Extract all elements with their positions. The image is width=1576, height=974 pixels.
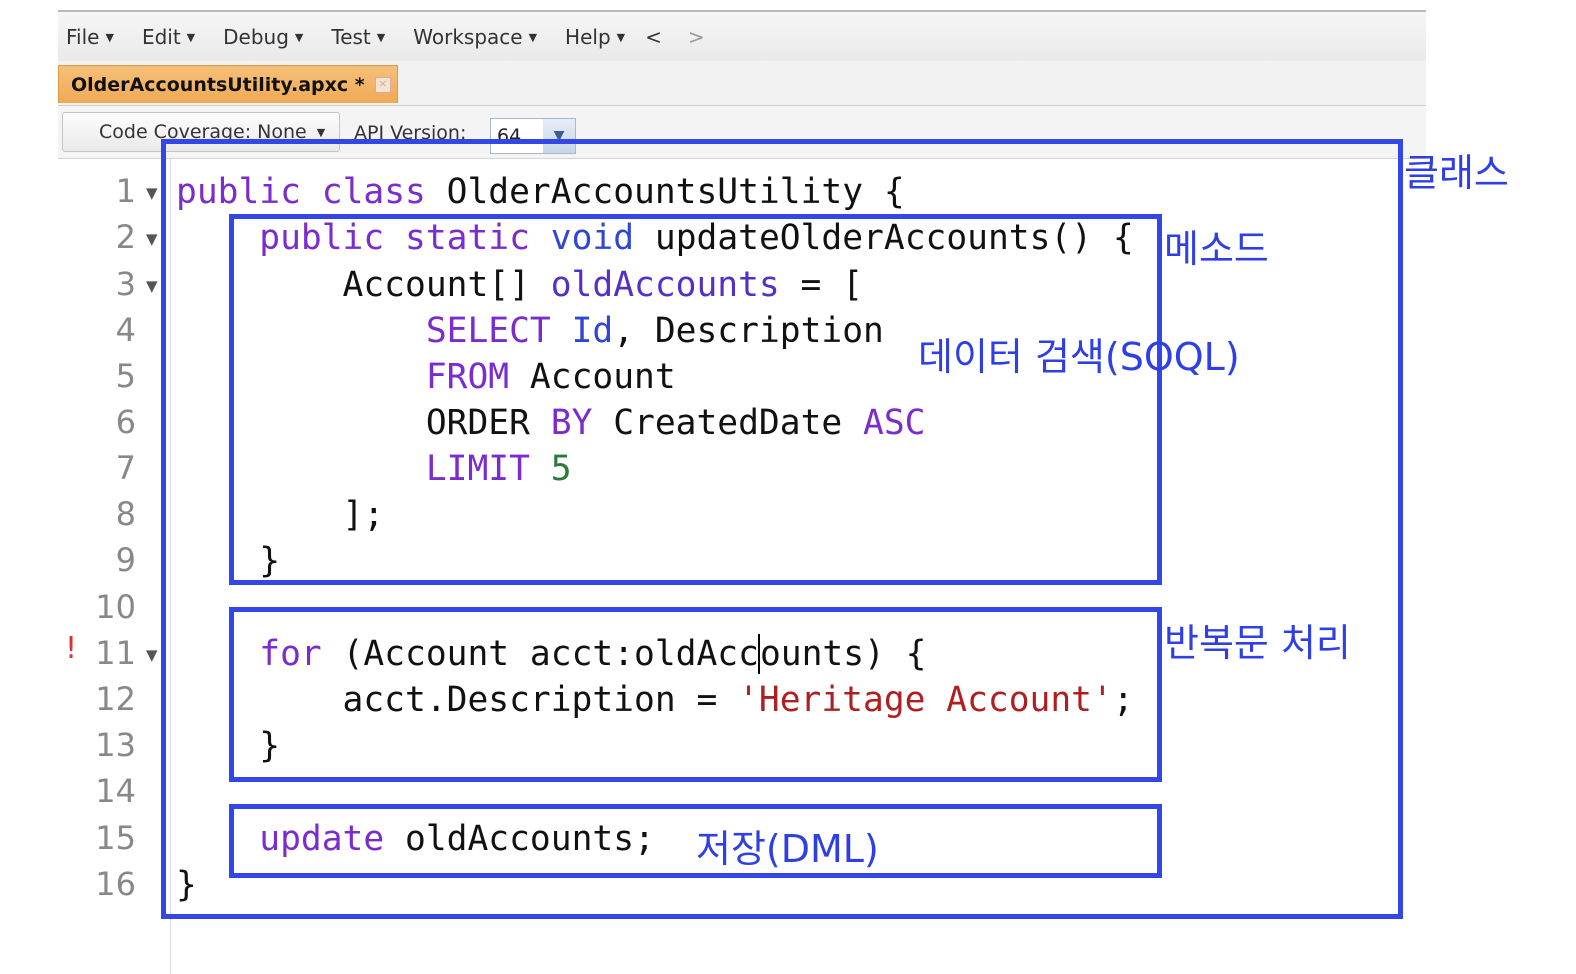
caret-down-icon: ▼: [376, 30, 386, 44]
caret-down-icon: ▼: [316, 125, 326, 139]
menu-bar: File ▼ Edit ▼ Debug ▼ Test ▼ Workspace ▼…: [58, 10, 1426, 63]
class-annotation-label: 클래스: [1404, 151, 1509, 195]
line-number: 13: [95, 726, 136, 764]
menu-test[interactable]: Test ▼: [331, 25, 385, 49]
menu-help[interactable]: Help ▼: [565, 25, 625, 49]
line-number: 1: [115, 172, 136, 210]
menu-edit-label: Edit: [141, 25, 181, 49]
menu-workspace[interactable]: Workspace ▼: [413, 25, 537, 49]
loop-annotation-box: [229, 607, 1162, 782]
caret-down-icon: ▼: [105, 30, 114, 44]
back-arrow-icon[interactable]: <: [645, 25, 662, 49]
line-number: 11: [95, 634, 136, 672]
forward-arrow-icon[interactable]: >: [688, 25, 705, 49]
menu-file-label: File: [66, 25, 100, 49]
line-number: 3: [115, 265, 136, 303]
menu-test-label: Test: [331, 25, 371, 49]
line-number: 15: [95, 819, 136, 857]
menu-debug[interactable]: Debug ▼: [223, 25, 303, 49]
caret-down-icon: ▼: [186, 30, 196, 44]
menu-edit[interactable]: Edit ▼: [142, 25, 195, 49]
tab-label: OlderAccountsUtility.apxc *: [71, 73, 365, 96]
line-number: 8: [115, 495, 136, 533]
line-number: 14: [95, 772, 136, 810]
menu-file[interactable]: File ▼: [66, 25, 114, 49]
line-number: 12: [95, 680, 136, 718]
menu-workspace-label: Workspace: [413, 25, 523, 49]
line-number: 6: [115, 403, 136, 441]
line-number: 10: [95, 588, 136, 626]
fold-arrow-icon[interactable]: ▼: [146, 184, 158, 202]
dml-annotation-label: 저장(DML): [696, 827, 879, 871]
method-annotation-label: 메소드: [1164, 227, 1269, 271]
caret-down-icon: ▼: [528, 30, 538, 44]
soql-annotation-label: 데이터 검색(SOQL): [918, 335, 1240, 379]
close-icon[interactable]: ×: [374, 76, 391, 93]
line-number: 4: [115, 311, 136, 349]
tab-bar: OlderAccountsUtility.apxc * ×: [58, 61, 1426, 106]
line-number: 5: [115, 357, 136, 395]
method-annotation-box: [229, 214, 1162, 585]
line-number: 2: [115, 218, 136, 256]
line-number: 9: [115, 541, 136, 579]
menu-help-label: Help: [565, 25, 611, 49]
fold-arrow-icon[interactable]: ▼: [146, 277, 158, 295]
fold-arrow-icon[interactable]: ▼: [146, 646, 158, 664]
line-number: 7: [115, 449, 136, 487]
line-number: 16: [95, 865, 136, 903]
tab-older-accounts-utility[interactable]: OlderAccountsUtility.apxc * ×: [58, 65, 398, 103]
caret-down-icon: ▼: [294, 30, 304, 44]
menu-debug-label: Debug: [223, 25, 289, 49]
loop-annotation-label: 반복문 처리: [1164, 621, 1351, 665]
caret-down-icon: ▼: [616, 30, 626, 44]
fold-arrow-icon[interactable]: ▼: [146, 230, 158, 248]
